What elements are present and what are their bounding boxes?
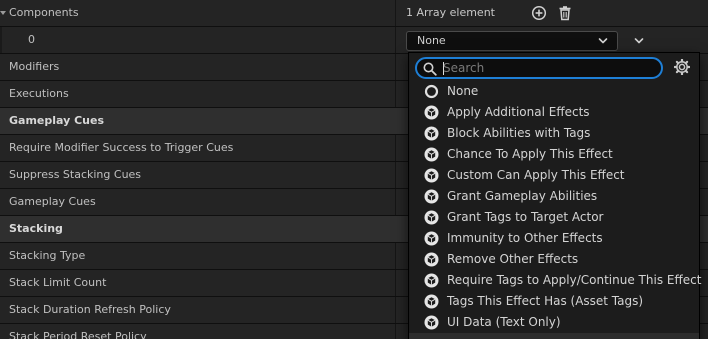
property-label: Stack Duration Refresh Policy	[9, 303, 171, 316]
array-count-label: 1 Array element	[406, 6, 495, 19]
property-label: Modifiers	[9, 60, 60, 73]
class-combo-box[interactable]: None	[406, 31, 618, 51]
horizontal-scrollbar[interactable]	[409, 333, 699, 339]
class-cube-icon	[424, 189, 439, 204]
property-label: Stacking Type	[9, 249, 86, 262]
option-label: Block Abilities with Tags	[447, 126, 591, 140]
trash-icon[interactable]	[557, 5, 573, 21]
column-divider	[395, 270, 396, 296]
option-list: None Apply Additional Effects Block Abilit…	[417, 81, 701, 333]
array-header-row[interactable]: Components 1 Array element	[0, 0, 708, 27]
column-divider	[395, 162, 396, 188]
combo-value: None	[417, 34, 446, 47]
empty-circle-icon	[424, 84, 439, 99]
column-divider	[395, 0, 396, 26]
column-divider	[395, 81, 396, 107]
chevron-down-icon	[598, 38, 608, 44]
column-divider	[395, 54, 396, 80]
option-label: Remove Other Effects	[447, 252, 579, 266]
property-label: Stack Limit Count	[9, 276, 107, 289]
dropdown-option[interactable]: Remove Other Effects	[417, 249, 697, 270]
class-cube-icon	[424, 105, 439, 120]
column-divider	[395, 324, 396, 339]
column-divider	[395, 27, 396, 53]
property-label: Executions	[9, 87, 69, 100]
class-cube-icon	[424, 294, 439, 309]
dropdown-option[interactable]: Apply Additional Effects	[417, 102, 697, 123]
property-label: Require Modifier Success to Trigger Cues	[9, 141, 234, 154]
dropdown-option[interactable]: Tags This Effect Has (Asset Tags)	[417, 291, 697, 312]
property-label: Gameplay Cues	[9, 114, 105, 127]
search-icon	[423, 62, 437, 76]
property-label: Stack Period Reset Policy	[9, 330, 147, 339]
plus-circle-icon[interactable]	[531, 5, 547, 21]
dropdown-option[interactable]: Grant Tags to Target Actor	[417, 207, 697, 228]
dropdown-option[interactable]: None	[417, 81, 697, 102]
property-label: Components	[9, 6, 79, 19]
array-element-row[interactable]: 0 None	[0, 27, 708, 54]
option-label: Grant Tags to Target Actor	[447, 210, 604, 224]
property-label: Suppress Stacking Cues	[9, 168, 142, 181]
indent-bar	[0, 27, 2, 53]
option-label: Apply Additional Effects	[447, 105, 590, 119]
dropdown-option[interactable]: Custom Can Apply This Effect	[417, 165, 697, 186]
dropdown-option[interactable]: Block Abilities with Tags	[417, 123, 697, 144]
property-label: Stacking	[9, 222, 63, 235]
expand-arrow-icon[interactable]	[0, 11, 6, 15]
search-input[interactable]	[443, 59, 653, 77]
class-cube-icon	[424, 315, 439, 330]
column-divider	[395, 243, 396, 269]
option-label: Custom Can Apply This Effect	[447, 168, 625, 182]
class-cube-icon	[424, 210, 439, 225]
class-cube-icon	[424, 273, 439, 288]
option-label: Grant Gameplay Abilities	[447, 189, 598, 203]
class-cube-icon	[424, 126, 439, 141]
dropdown-option[interactable]: Grant Gameplay Abilities	[417, 186, 697, 207]
column-divider	[395, 135, 396, 161]
class-picker-dropdown: None Apply Additional Effects Block Abilit…	[408, 52, 701, 339]
property-label: Gameplay Cues	[9, 195, 96, 208]
property-label: 0	[28, 33, 35, 46]
dropdown-option[interactable]: Require Tags to Apply/Continue This Effe…	[417, 270, 701, 291]
option-label: Immunity to Other Effects	[447, 231, 603, 245]
search-box[interactable]	[415, 57, 663, 79]
class-cube-icon	[424, 168, 439, 183]
dropdown-option[interactable]: Immunity to Other Effects	[417, 228, 697, 249]
class-cube-icon	[424, 252, 439, 267]
dropdown-option[interactable]: Chance To Apply This Effect	[417, 144, 697, 165]
column-divider	[395, 189, 396, 215]
column-divider	[395, 297, 396, 323]
chevron-down-icon[interactable]	[634, 36, 644, 46]
class-cube-icon	[424, 231, 439, 246]
option-label: None	[447, 84, 479, 98]
class-cube-icon	[424, 147, 439, 162]
option-label: Require Tags to Apply/Continue This Effe…	[447, 273, 702, 287]
option-label: Tags This Effect Has (Asset Tags)	[447, 294, 644, 308]
gear-icon[interactable]	[674, 59, 690, 75]
dropdown-option[interactable]: UI Data (Text Only)	[417, 312, 697, 333]
option-label: UI Data (Text Only)	[447, 315, 561, 329]
option-label: Chance To Apply This Effect	[447, 147, 613, 161]
